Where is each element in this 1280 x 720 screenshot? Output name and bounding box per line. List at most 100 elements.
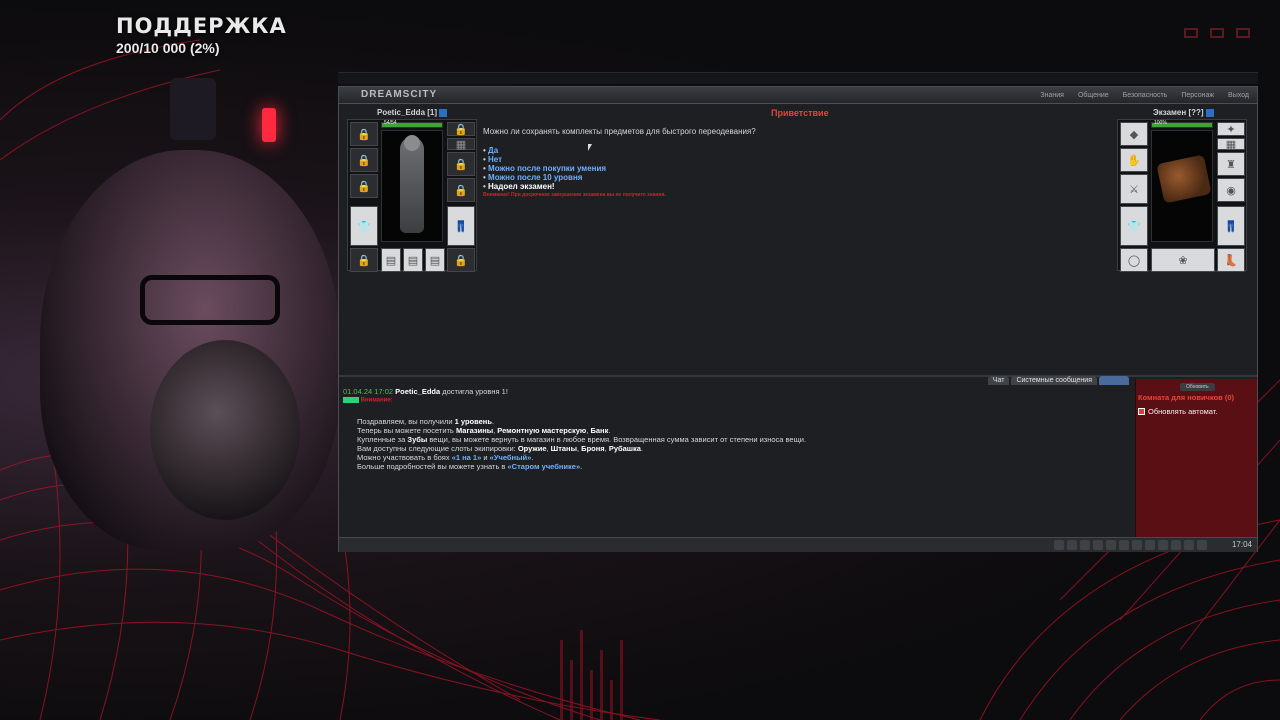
- room-title: Комната для новичков (0): [1138, 393, 1235, 402]
- lock-icon[interactable]: 🔒: [350, 174, 378, 198]
- toolbar-icon[interactable]: [1067, 540, 1077, 550]
- chat-text: Больше подробностей вы можете узнать в: [357, 461, 506, 471]
- option-yes[interactable]: Да: [483, 146, 1103, 155]
- toolbar-icon[interactable]: [1132, 540, 1142, 550]
- restore-icon: [1184, 28, 1198, 38]
- chat-timestamp: 01.04.24 17:02: [343, 387, 394, 396]
- tab-system-messages[interactable]: Системные сообщения: [1011, 376, 1097, 385]
- dialog-question: Можно ли сохранять комплекты предметов д…: [483, 127, 756, 136]
- amulet-slot-icon[interactable]: ✦: [1217, 122, 1245, 136]
- weapon-slot-icon[interactable]: ⚔: [1120, 174, 1148, 204]
- checkbox-icon[interactable]: [1138, 408, 1145, 415]
- chat-line: Поздравляем, вы получили 1 уровень.: [357, 416, 495, 426]
- left-hp-text: 54/54: [384, 120, 397, 126]
- boots-slot-icon[interactable]: 👢: [1217, 248, 1245, 272]
- helmet-slot-icon[interactable]: ◆: [1120, 122, 1148, 146]
- glasses-shape: [140, 275, 280, 325]
- toolbar-icon[interactable]: [1106, 540, 1116, 550]
- link-old-tutorial[interactable]: «Старом учебнике»: [508, 462, 581, 471]
- lock-icon[interactable]: 🔒: [350, 148, 378, 172]
- option-after-level-10[interactable]: Можно после 10 уровня: [483, 173, 1103, 182]
- menu-social[interactable]: Общение: [1078, 87, 1109, 104]
- belt-slot-icon[interactable]: ❀: [1151, 248, 1215, 272]
- link-repair[interactable]: Ремонтную мастерскую: [497, 426, 586, 435]
- chat-line: Купленные за Зубы вещи, вы можете вернут…: [357, 435, 1133, 444]
- speaker-shape: [170, 78, 216, 140]
- lock-icon[interactable]: 🔒: [350, 248, 378, 272]
- pants-slot-icon[interactable]: 👖: [447, 206, 475, 246]
- room-panel: Обновить Комната для новичков (0) Обновл…: [1135, 379, 1257, 537]
- shirt-slot-icon[interactable]: 👕: [1120, 206, 1148, 246]
- slot-pants: Штаны: [550, 443, 577, 453]
- toolbar-icon[interactable]: [1184, 540, 1194, 550]
- belt-slot-icon[interactable]: ▤: [403, 248, 423, 272]
- character-figure: [381, 130, 443, 242]
- chat-currency: Зубы: [407, 434, 428, 444]
- refresh-button[interactable]: Обновить: [1180, 383, 1215, 391]
- support-title: ПОДДЕРЖКА: [116, 14, 287, 38]
- toolbar-icon[interactable]: [1093, 540, 1103, 550]
- chat-level: 1 уровень: [454, 416, 492, 426]
- tab-chat[interactable]: Чат: [987, 376, 1010, 385]
- gloves-slot-icon[interactable]: ✋: [1120, 148, 1148, 172]
- slot-shirt: Рубашка: [608, 443, 641, 453]
- support-counter: ПОДДЕРЖКА 200/10 000 (2%): [116, 14, 287, 56]
- lock-icon[interactable]: 🔒: [447, 178, 475, 202]
- ring-slot-icon[interactable]: ◯: [1120, 248, 1148, 272]
- chat-line: Теперь вы можете посетить Магазины, Ремо…: [357, 425, 611, 435]
- belt-slot-icon[interactable]: ▤: [425, 248, 445, 272]
- auto-refresh-toggle[interactable]: Обновлять автомат.: [1138, 407, 1217, 416]
- chat-text: Можно участвовать в боях: [357, 452, 450, 462]
- toolbar-icon[interactable]: [1119, 540, 1129, 550]
- rings-slots-icon[interactable]: ▦: [447, 138, 475, 151]
- toolbar-icon[interactable]: [1197, 540, 1207, 550]
- chat-tabs: Чат Системные сообщения: [987, 376, 1129, 385]
- pants-slot-icon[interactable]: 👖: [1217, 206, 1245, 246]
- lock-icon[interactable]: 🔒: [447, 248, 475, 272]
- link-training[interactable]: «Учебный»: [490, 453, 532, 462]
- shield-slot-icon[interactable]: ◉: [1217, 178, 1245, 202]
- toolbar-icon[interactable]: [1158, 540, 1168, 550]
- menu-knowledge[interactable]: Знания: [1040, 87, 1064, 104]
- right-player-name-text: Экзамен: [1153, 108, 1187, 117]
- armor-slot-icon[interactable]: ♜: [1217, 152, 1245, 176]
- menu-exit[interactable]: Выход: [1228, 87, 1249, 104]
- minimize-icon: [1210, 28, 1224, 38]
- chat-line: Вам доступны следующие слоты экипировки:…: [357, 443, 644, 453]
- lock-icon[interactable]: 🔒: [447, 152, 475, 176]
- lock-icon[interactable]: 🔒: [350, 122, 378, 146]
- chat-text: вещи, вы можете вернуть в магазин в любо…: [429, 434, 807, 444]
- toolbar-icon[interactable]: [1054, 540, 1064, 550]
- exam-avatar: [1151, 130, 1213, 242]
- chat-log: 01.04.24 17:02 Poetic_Edda достигла уров…: [343, 387, 1133, 471]
- link-bank[interactable]: Банк: [591, 426, 609, 435]
- chat-user[interactable]: Poetic_Edda: [395, 387, 440, 396]
- dialog-content: Можно ли сохранять комплекты предметов д…: [483, 127, 1103, 198]
- right-player-level: [??]: [1188, 108, 1204, 117]
- info-icon[interactable]: [1205, 108, 1214, 117]
- chat-text: Купленные за: [357, 434, 406, 444]
- chat-text: Поздравляем, вы получили: [357, 416, 453, 426]
- option-after-skill[interactable]: Можно после покупки умения: [483, 164, 1103, 173]
- option-no[interactable]: Нет: [483, 155, 1103, 164]
- info-icon[interactable]: [439, 108, 448, 117]
- right-player-name[interactable]: Экзамен [??]: [1153, 108, 1214, 117]
- link-shops[interactable]: Магазины: [456, 426, 493, 435]
- shirt-slot-icon[interactable]: 👕: [350, 206, 378, 246]
- lock-icon[interactable]: 🔒: [447, 122, 475, 136]
- toolbar-icon[interactable]: [1171, 540, 1181, 550]
- right-hp-bar: 100%: [1151, 120, 1213, 128]
- menu-security[interactable]: Безопасность: [1123, 87, 1168, 104]
- option-quit-exam[interactable]: Надоел экзамен!: [483, 182, 1103, 191]
- toolbar-icon[interactable]: [1145, 540, 1155, 550]
- toolbar-icon[interactable]: [1080, 540, 1090, 550]
- bottom-toolbar: 17:04: [339, 537, 1257, 552]
- left-player-name[interactable]: Poetic_Edda [1]: [377, 108, 448, 117]
- bracer-slot-icon[interactable]: ▦: [1217, 138, 1245, 151]
- tab-extra[interactable]: [1099, 376, 1129, 385]
- link-1v1[interactable]: «1 на 1»: [452, 453, 482, 462]
- menu-character[interactable]: Персонаж: [1181, 87, 1214, 104]
- belt-slot-icon[interactable]: ▤: [381, 248, 401, 272]
- right-equipment-panel: 100% ◆ ✋ ⚔ 👕 ◯ ✦ ▦ ♜ ◉ 👖 👢 ❀: [1117, 119, 1247, 272]
- attention-marker: [343, 397, 359, 403]
